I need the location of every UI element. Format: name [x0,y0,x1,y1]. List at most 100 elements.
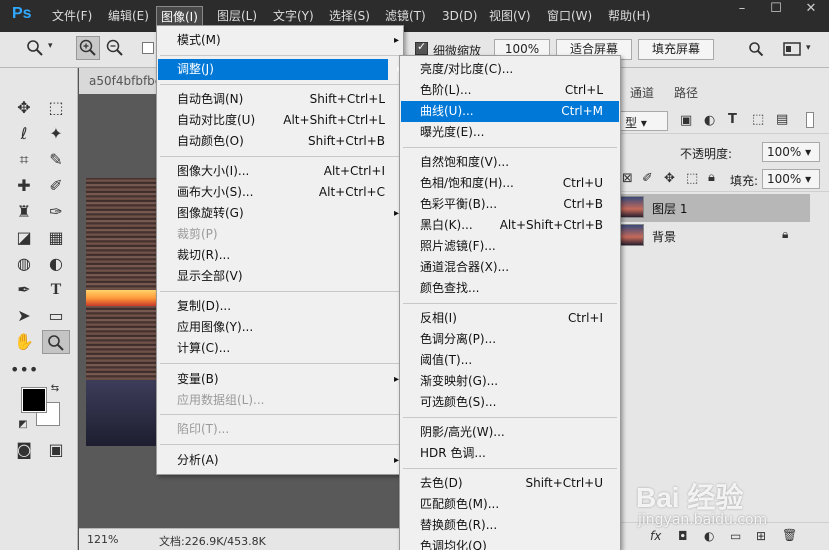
menu-item-color-balance[interactable]: 色彩平衡(B)... Ctrl+B [420,194,603,215]
type-tool-icon[interactable]: T [42,278,70,302]
menu-item-image-size[interactable]: 图像大小(I)... Alt+Ctrl+I [177,161,385,182]
menu-item-match-color[interactable]: 匹配颜色(M)... [420,494,603,515]
menu-edit[interactable]: 编辑(E) [106,8,151,24]
menu-filter[interactable]: 滤镜(T) [383,8,428,24]
swap-colors-icon[interactable]: ⇆ [48,382,62,396]
menu-item-hdr-toning[interactable]: HDR 色调... [420,443,603,464]
menu-item-auto-contrast[interactable]: 自动对比度(U) Alt+Shift+Ctrl+L [177,110,385,131]
clone-stamp-icon[interactable]: ♜ [10,200,38,224]
layer-row[interactable]: 图层 1 [620,194,810,222]
shape-filter-icon[interactable]: ⬚ [752,112,764,127]
menu-item-calculations[interactable]: 计算(C)... [177,338,385,359]
pixel-filter-icon[interactable]: ▣ [680,113,692,128]
layer-kind-select[interactable]: 型 ▾ [620,111,668,131]
menu-item-gradient-map[interactable]: 渐变映射(G)... [420,371,603,392]
menu-item-variables[interactable]: 变量(B) [177,369,399,390]
menu-item-apply-image[interactable]: 应用图像(Y)... [177,317,385,338]
lock-artboard-icon[interactable]: ⬚ [686,171,698,186]
hand-tool-icon[interactable]: ✋ [10,330,38,354]
menu-item-equalize[interactable]: 色调均化(Q) [420,536,603,550]
menu-item-exposure[interactable]: 曝光度(E)... [420,122,603,143]
eraser-icon[interactable]: ◪ [10,226,38,250]
minimize-icon[interactable]: – [726,0,758,18]
more-tools-icon[interactable]: ••• [10,358,38,382]
chevron-down-icon[interactable]: ▾ [806,43,811,53]
menu-select[interactable]: 选择(S) [327,8,372,24]
menu-item-auto-tone[interactable]: 自动色调(N) Shift+Ctrl+L [177,89,385,110]
menu-item-image-rotation[interactable]: 图像旋转(G) [177,203,399,224]
menu-item-channel-mixer[interactable]: 通道混合器(X)... [420,257,603,278]
menu-item-canvas-size[interactable]: 画布大小(S)... Alt+Ctrl+C [177,182,385,203]
menu-item-brightness-contrast[interactable]: 亮度/对比度(C)... [420,59,603,80]
opacity-input[interactable]: 100% ▾ [762,142,820,162]
dodge-tool-icon[interactable]: ◐ [42,252,70,276]
menu-item-threshold[interactable]: 阈值(T)... [420,350,603,371]
zoom-tool-icon[interactable] [42,330,70,354]
workspace-icon[interactable] [783,41,801,61]
menu-item-invert[interactable]: 反相(I) Ctrl+I [420,308,603,329]
tab-channels[interactable]: 通道 [630,84,654,101]
menu-3d[interactable]: 3D(D) [440,8,479,24]
zoom-out-icon[interactable] [104,37,126,63]
zoom-in-icon[interactable] [76,36,100,60]
search-icon[interactable] [748,41,764,61]
default-colors-icon[interactable]: ◩ [16,418,30,432]
menu-item-trim[interactable]: 裁切(R)... [177,245,385,266]
adjustment-filter-icon[interactable]: ◐ [704,113,715,128]
lock-position-icon[interactable]: ✥ [664,171,675,186]
menu-item-hue-saturation[interactable]: 色相/饱和度(H)... Ctrl+U [420,173,603,194]
menu-item-replace-color[interactable]: 替换颜色(R)... [420,515,603,536]
menu-item-desaturate[interactable]: 去色(D) Shift+Ctrl+U [420,473,603,494]
layer-row[interactable]: 背景 🔒︎ [620,222,810,250]
menu-item-black-white[interactable]: 黑白(K)... Alt+Shift+Ctrl+B [420,215,603,236]
menu-item-photo-filter[interactable]: 照片滤镜(F)... [420,236,603,257]
menu-item-posterize[interactable]: 色调分离(P)... [420,329,603,350]
fill-input[interactable]: 100% ▾ [762,169,820,189]
menu-item-curves[interactable]: 曲线(U)... Ctrl+M [401,101,619,122]
pen-tool-icon[interactable]: ✒ [10,278,38,302]
move-tool-icon[interactable]: ✥ [10,96,38,120]
gradient-tool-icon[interactable]: ▦ [42,226,70,250]
lasso-tool-icon[interactable]: ℓ [10,122,38,146]
menu-item-duplicate[interactable]: 复制(D)... [177,296,385,317]
menu-view[interactable]: 视图(V) [487,8,533,24]
lock-transparent-icon[interactable]: ⊠ [622,171,633,186]
menu-item-color-lookup[interactable]: 颜色查找... [420,278,603,299]
zoom-tool-icon[interactable] [26,39,44,61]
menu-item-selective-color[interactable]: 可选颜色(S)... [420,392,603,413]
menu-layer[interactable]: 图层(L) [215,8,259,24]
chevron-down-icon[interactable]: ▾ [48,41,53,51]
menu-item-reveal-all[interactable]: 显示全部(V) [177,266,385,287]
eyedropper-icon[interactable]: ✎ [42,148,70,172]
menu-item-auto-color[interactable]: 自动颜色(O) Shift+Ctrl+B [177,131,385,152]
foreground-color-swatch[interactable] [21,387,47,413]
tab-paths[interactable]: 路径 [674,84,698,101]
smart-object-filter-icon[interactable]: ▤ [776,112,788,127]
crop-tool-icon[interactable]: ⌗ [10,148,38,172]
rectangle-tool-icon[interactable]: ▭ [42,304,70,328]
filter-toggle[interactable] [806,112,814,128]
lock-pixels-icon[interactable]: ✐ [642,171,653,186]
menu-item-shadows-highlights[interactable]: 阴影/高光(W)... [420,422,603,443]
history-brush-icon[interactable]: ✑ [42,200,70,224]
healing-brush-icon[interactable]: ✚ [10,174,38,198]
scrubby-zoom-checkbox[interactable] [415,40,428,55]
resize-windows-checkbox[interactable] [142,42,154,54]
brush-tool-icon[interactable]: ✐ [42,174,70,198]
menu-window[interactable]: 窗口(W) [545,8,594,24]
blur-tool-icon[interactable]: ◍ [10,252,38,276]
menu-item-mode[interactable]: 模式(M) [177,30,399,51]
marquee-tool-icon[interactable]: ⬚ [42,96,70,120]
maximize-icon[interactable]: ☐ [760,0,792,18]
menu-item-analysis[interactable]: 分析(A) [177,450,399,471]
type-filter-icon[interactable]: T [728,112,737,127]
zoom-level[interactable]: 121% [87,533,118,546]
menu-item-levels[interactable]: 色阶(L)... Ctrl+L [420,80,603,101]
menu-item-vibrance[interactable]: 自然饱和度(V)... [420,152,603,173]
quick-mask-icon[interactable]: ◙ [10,438,38,462]
menu-item-adjust[interactable]: 调整(J) [158,59,402,80]
menu-help[interactable]: 帮助(H) [606,8,652,24]
path-select-icon[interactable]: ➤ [10,304,38,328]
close-icon[interactable]: ✕ [795,0,827,18]
screen-mode-icon[interactable]: ▣ [42,438,70,462]
